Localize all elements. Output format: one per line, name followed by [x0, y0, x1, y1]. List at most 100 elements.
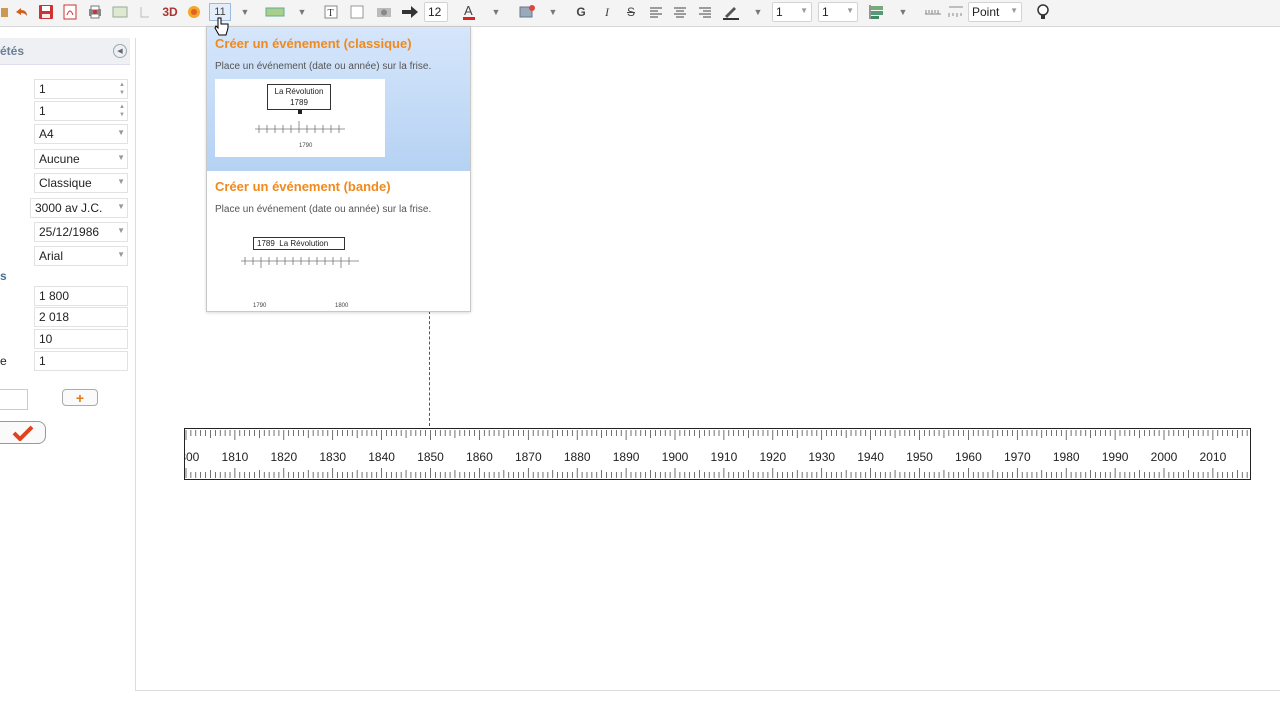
unit-select[interactable]: Point ▼ [968, 2, 1022, 22]
chevron-down-icon[interactable]: ▼ [896, 4, 910, 20]
disabled-icon [136, 3, 154, 21]
line-width-field[interactable]: 1 ▼ [772, 2, 812, 22]
collapse-icon[interactable]: ◀ [113, 44, 127, 58]
arrow-tool-icon[interactable] [400, 3, 420, 21]
partial-input[interactable] [0, 389, 28, 410]
ruler-year-label: 1960 [955, 450, 982, 464]
preview-band-tick-2: 1800 [335, 303, 349, 309]
preview-band-tick-1: 1790 [253, 303, 267, 309]
date-select[interactable]: 25/12/1986 ▼ [34, 222, 128, 242]
layer-order-icon[interactable] [866, 3, 888, 21]
fill-icon[interactable] [516, 3, 538, 21]
rectangle-tool-icon[interactable] [348, 3, 366, 21]
text-tool-icon[interactable]: T [322, 3, 340, 21]
chevron-down-icon[interactable]: ▼ [489, 4, 503, 20]
timeline-ruler[interactable]: 1800 1810 1820 1830 1840 1850 1860 1870 1880 1890… [184, 428, 1252, 480]
band-icon[interactable] [264, 3, 286, 21]
validate-button[interactable] [0, 421, 46, 444]
field-2[interactable]: 1 ▲ ▼ [34, 101, 128, 121]
preview-event-date: 1789 [290, 98, 308, 107]
ruler-year-label: 2010 [1200, 450, 1227, 464]
align-right-icon[interactable] [697, 3, 713, 21]
ruler-year-label: 1800 [184, 450, 200, 464]
ruler-year-label: 1890 [613, 450, 640, 464]
chevron-down-icon: ▼ [117, 153, 125, 162]
section-label: s [0, 269, 7, 283]
ruler-year-label: 1820 [270, 450, 297, 464]
event-type-menu: Créer un événement (classique) Place un … [206, 26, 471, 312]
scale-icon[interactable] [946, 3, 966, 21]
print-icon[interactable] [86, 3, 104, 21]
page-format-select[interactable]: A4 ▼ [34, 124, 128, 144]
event-guide-line [429, 311, 430, 426]
ruler-year-label: 1900 [662, 450, 689, 464]
line-width-value: 1 [776, 5, 783, 19]
field-1-value: 1 [39, 82, 46, 96]
preview-event-box: La Révolution 1789 [267, 84, 331, 110]
ruler-year-label: 1810 [222, 450, 249, 464]
chevron-down-icon[interactable]: ▼ [295, 4, 309, 20]
pdf-icon[interactable] [61, 3, 79, 21]
ruler-year-label: 1990 [1102, 450, 1129, 464]
ruler-year-label: 1940 [857, 450, 884, 464]
menu-item-classic[interactable]: Créer un événement (classique) Place un … [207, 27, 470, 171]
classic-preview: La Révolution 1789 1790 [215, 79, 385, 157]
chevron-down-icon[interactable]: ▼ [238, 4, 252, 20]
italic-button[interactable]: I [600, 3, 614, 21]
interval-field[interactable]: 10 [34, 329, 128, 349]
chevron-down-icon[interactable]: ▼ [546, 4, 560, 20]
panel-title: étés [0, 44, 25, 58]
ruler-year-label: 1920 [759, 450, 786, 464]
panel-header: étés ◀ [0, 38, 130, 65]
menu-item-band[interactable]: Créer un événement (bande) Place un évén… [207, 171, 470, 311]
subdivision-value: 1 [39, 354, 46, 368]
cut-icon[interactable] [0, 3, 10, 21]
save-icon[interactable] [37, 3, 55, 21]
ruler-year-label: 1910 [711, 450, 738, 464]
chevron-down-icon: ▼ [800, 6, 808, 15]
interval-value: 10 [39, 332, 53, 346]
option-select[interactable]: Aucune ▼ [34, 149, 128, 169]
start-year-field[interactable]: 1 800 [34, 286, 128, 306]
ruler-year-label: 1980 [1053, 450, 1080, 464]
bold-button[interactable]: G [574, 3, 588, 21]
lightbulb-icon[interactable] [1034, 3, 1052, 21]
font-select[interactable]: Arial ▼ [34, 246, 128, 266]
svg-text:T: T [328, 8, 334, 19]
preview-marker [298, 110, 302, 114]
style-select[interactable]: Classique ▼ [34, 173, 128, 193]
ruler-year-label: 2000 [1151, 450, 1178, 464]
subdivision-field[interactable]: 1 [34, 351, 128, 371]
ruler-year-label: 1970 [1004, 450, 1031, 464]
line-style-field[interactable]: 1 ▼ [818, 2, 858, 22]
chevron-down-icon[interactable]: ▼ [751, 4, 765, 20]
undo-icon[interactable] [12, 3, 30, 21]
ruler-icon[interactable] [923, 3, 943, 21]
end-year-field[interactable]: 2 018 [34, 307, 128, 327]
font-value: Arial [39, 249, 64, 263]
text-size-field[interactable]: 12 [424, 2, 448, 22]
date-format-select[interactable]: 3000 av J.C. ▼ [30, 198, 128, 218]
chevron-down-icon: ▼ [117, 202, 125, 211]
ruler-year-label: 1950 [906, 450, 933, 464]
unit-value: Point [972, 5, 1000, 19]
text-color-icon[interactable]: A [460, 3, 478, 21]
preview-tick-label: 1790 [299, 143, 313, 149]
stepper-icon[interactable]: ▲ ▼ [119, 81, 125, 97]
image-export-icon[interactable] [111, 3, 129, 21]
color-wheel-icon[interactable] [185, 3, 203, 21]
ruler-year-label: 1860 [466, 450, 493, 464]
image-tool-icon[interactable] [374, 3, 394, 21]
add-icon[interactable]: + [62, 389, 98, 406]
end-year-value: 2 018 [39, 310, 70, 324]
align-left-icon[interactable] [648, 3, 664, 21]
3d-button[interactable]: 3D [159, 3, 181, 21]
field-1[interactable]: 1 ▲ ▼ [34, 79, 128, 99]
menu-item-classic-title: Créer un événement (classique) [215, 36, 412, 51]
style-value: Classique [39, 176, 92, 190]
align-center-icon[interactable] [672, 3, 688, 21]
menu-item-band-title: Créer un événement (bande) [215, 179, 391, 194]
line-color-icon[interactable] [721, 3, 741, 21]
strikethrough-button[interactable]: S [624, 3, 638, 21]
stepper-icon[interactable]: ▲ ▼ [119, 103, 125, 119]
